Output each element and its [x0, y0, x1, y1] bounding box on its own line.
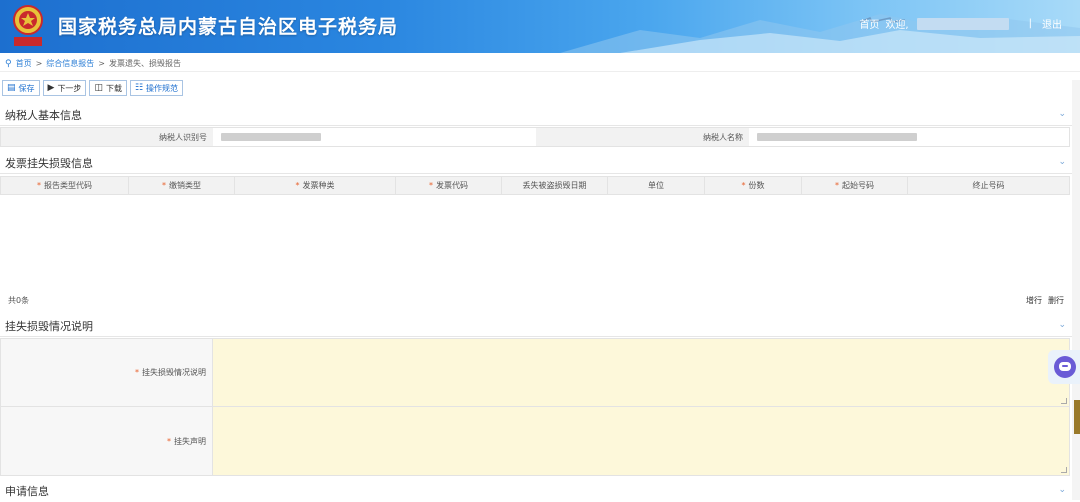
- col-unit: 单位: [608, 177, 705, 194]
- breadcrumb-separator: >: [98, 59, 105, 68]
- top-nav: 首页 欢迎, | 退出: [859, 16, 1062, 31]
- welcome-text: 欢迎,: [885, 20, 909, 31]
- taxpayer-section-header[interactable]: 纳税人基本信息 ⌄: [0, 104, 1072, 126]
- nav-separator: |: [1028, 18, 1032, 29]
- location-pin-icon: ⚲: [5, 58, 12, 69]
- breadcrumb-home[interactable]: 首页: [16, 58, 32, 69]
- chevron-down-icon[interactable]: ⌄: [1058, 109, 1066, 119]
- col-label: 发票种类: [302, 181, 335, 190]
- col-report-type: * 报告类型代码: [1, 177, 129, 194]
- taxpayer-id-value: [213, 128, 536, 146]
- download-icon: ◫: [94, 83, 103, 93]
- next-step-label: 下一步: [57, 83, 82, 93]
- invoice-table-header: * 报告类型代码 * 缴销类型 * 发票种类 * 发票代码 丢失被盗损毁日期 单位 * 份…: [0, 176, 1070, 195]
- page-scrollbar[interactable]: [1072, 80, 1080, 500]
- apply-section-header[interactable]: 申请信息 ⌄: [0, 480, 1072, 502]
- required-mark: *: [162, 181, 166, 190]
- save-button[interactable]: ▤ 保存: [2, 80, 40, 96]
- nav-home-link[interactable]: 首页: [859, 16, 879, 31]
- col-copies: * 份数: [705, 177, 802, 194]
- robot-icon: [1054, 356, 1076, 378]
- breadcrumb-current: 发票遗失、损毁报告: [109, 59, 181, 68]
- loss-explanation-label: * 挂失损毁情况说明: [1, 339, 213, 406]
- site-title: 国家税务总局内蒙古自治区电子税务局: [58, 16, 399, 38]
- description-section-title: 挂失损毁情况说明: [5, 319, 93, 333]
- taxpayer-section-title: 纳税人基本信息: [5, 108, 82, 122]
- delete-row-button[interactable]: 删行: [1048, 295, 1064, 306]
- invoice-table-footer: 共0条 增行 删行: [0, 293, 1070, 307]
- breadcrumb: ⚲ 首页 > 综合信息报告 > 发票遗失、损毁报告: [0, 56, 1080, 72]
- loss-statement-textarea[interactable]: [213, 407, 1069, 475]
- required-mark: *: [741, 181, 746, 190]
- taxpayer-id-redacted: [221, 133, 321, 141]
- col-label: 起始号码: [842, 181, 874, 190]
- apply-section-title: 申请信息: [5, 485, 49, 498]
- col-label: 单位: [648, 181, 664, 190]
- col-invoice-code: * 发票代码: [396, 177, 502, 194]
- required-mark: *: [429, 181, 433, 190]
- logout-link[interactable]: 退出: [1042, 16, 1062, 31]
- next-step-button[interactable]: ▶ 下一步: [42, 80, 87, 96]
- download-label: 下载: [105, 83, 122, 93]
- invoice-section-title: 发票挂失损毁信息: [5, 156, 93, 170]
- col-label: 发票代码: [436, 181, 468, 190]
- loss-explanation-textarea[interactable]: [213, 339, 1069, 406]
- required-mark: *: [167, 436, 171, 446]
- loss-explanation-label-text: 挂失损毁情况说明: [142, 368, 206, 377]
- side-tab[interactable]: [1074, 400, 1080, 434]
- taxpayer-info-row: 纳税人识别号 纳税人名称: [0, 127, 1070, 147]
- taxpayer-name-label: 纳税人名称: [536, 128, 749, 146]
- col-label: 缴销类型: [169, 181, 201, 190]
- row-actions: 增行 删行: [1026, 295, 1064, 306]
- guide-icon: ☷: [134, 83, 144, 93]
- taxpayer-name-value: [749, 128, 1069, 146]
- taxpayer-id-label: 纳税人识别号: [1, 128, 213, 146]
- add-row-button[interactable]: 增行: [1026, 295, 1042, 306]
- save-label: 保存: [18, 83, 35, 93]
- col-invoice-kind: * 发票种类: [235, 177, 396, 194]
- col-label: 份数: [748, 181, 765, 190]
- breadcrumb-separator: >: [35, 59, 43, 68]
- guide-label: 操作规范: [146, 83, 179, 93]
- play-icon: ▶: [47, 83, 55, 93]
- required-mark: *: [37, 181, 41, 190]
- toolbar: ▤ 保存 ▶ 下一步 ◫ 下载 ☷ 操作规范: [2, 80, 184, 96]
- loss-statement-label-text: 挂失声明: [174, 436, 206, 446]
- record-count: 共0条: [8, 295, 30, 305]
- required-mark: *: [295, 181, 300, 190]
- guide-button[interactable]: ☷ 操作规范: [129, 80, 184, 96]
- save-icon: ▤: [7, 83, 16, 93]
- required-mark: *: [835, 181, 839, 190]
- invoice-section-header[interactable]: 发票挂失损毁信息 ⌄: [0, 152, 1072, 174]
- loss-statement-label: * 挂失声明: [1, 407, 213, 475]
- description-section-header[interactable]: 挂失损毁情况说明 ⌄: [0, 315, 1072, 337]
- chevron-down-icon[interactable]: ⌄: [1058, 485, 1066, 495]
- col-label: 终止号码: [972, 181, 1005, 190]
- taxpayer-name-redacted: [757, 133, 917, 141]
- col-start-number: * 起始号码: [802, 177, 908, 194]
- loss-statement-row: * 挂失声明: [0, 406, 1070, 476]
- required-mark: *: [135, 368, 139, 377]
- site-header: 国家税务总局内蒙古自治区电子税务局 首页 欢迎, | 退出: [0, 0, 1080, 53]
- col-label: 丢失被盗损毁日期: [522, 181, 587, 190]
- chevron-down-icon[interactable]: ⌄: [1058, 320, 1066, 330]
- col-cancel-type: * 缴销类型: [129, 177, 235, 194]
- col-loss-date: 丢失被盗损毁日期: [502, 177, 608, 194]
- breadcrumb-report[interactable]: 综合信息报告: [46, 58, 94, 69]
- chevron-down-icon[interactable]: ⌄: [1058, 157, 1066, 167]
- resize-handle-icon[interactable]: [1061, 467, 1067, 473]
- assistant-bot-button[interactable]: [1048, 350, 1080, 384]
- col-label: 报告类型代码: [44, 181, 92, 190]
- emblem-icon: [13, 5, 43, 46]
- col-end-number: 终止号码: [908, 177, 1069, 194]
- loss-explanation-row: * 挂失损毁情况说明: [0, 338, 1070, 407]
- download-button[interactable]: ◫ 下载: [89, 80, 127, 96]
- username-redacted: [916, 17, 1009, 30]
- resize-handle-icon[interactable]: [1061, 398, 1067, 404]
